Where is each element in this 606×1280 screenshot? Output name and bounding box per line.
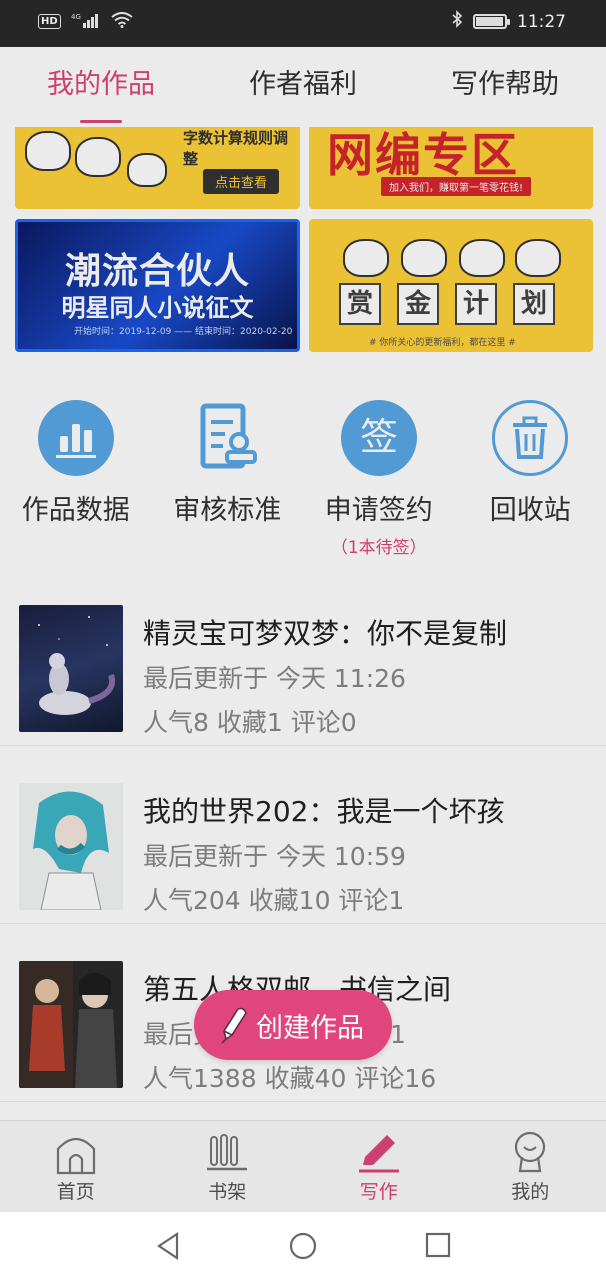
nav-home[interactable]: 首页	[0, 1121, 152, 1212]
apply-contract-button[interactable]: 签 申请签约 （1本待签）	[303, 382, 455, 558]
banner-title: 潮流合伙人	[64, 251, 250, 292]
trash-icon	[492, 400, 569, 476]
create-work-label: 创建作品	[256, 1012, 364, 1044]
nav-profile-label: 我的	[511, 1181, 550, 1203]
banner-grid: 字数计算规则调整 点击查看 网编专区 加入我们，赚取第一笔零花钱! 潮流合伙人 …	[0, 127, 606, 372]
banner-word-count-rules[interactable]: 字数计算规则调整 点击查看	[15, 127, 300, 209]
sign-icon: 签	[340, 400, 417, 476]
nav-bookshelf[interactable]: 书架	[152, 1121, 304, 1212]
cat-illustration	[127, 153, 167, 187]
nav-home-label: 首页	[56, 1181, 95, 1203]
tab-my-works[interactable]: 我的作品	[0, 47, 202, 127]
work-title: 精灵宝可梦双梦：你不是复制	[143, 617, 508, 650]
cat-illustration	[343, 239, 389, 277]
quick-actions: 作品数据 审核标准 签 申请签约 （1本待签） 回收站	[0, 382, 606, 558]
bar-chart-icon	[37, 400, 114, 476]
bottom-nav: 首页 书架 写作 我的	[0, 1120, 606, 1212]
status-bar: HD 4G 11:27	[0, 0, 606, 47]
bounty-char: 赏	[339, 283, 381, 325]
recycle-bin-label: 回收站	[489, 495, 571, 526]
banner-subtitle: 明星同人小说征文	[61, 294, 254, 322]
work-cover	[19, 783, 123, 910]
cat-illustration	[515, 239, 561, 277]
home-icon	[56, 1137, 95, 1175]
signal-label: 4G	[71, 13, 81, 21]
nav-write-label: 写作	[359, 1181, 398, 1203]
hd-badge: HD	[38, 14, 61, 29]
recent-apps-icon[interactable]	[425, 1232, 453, 1260]
bookshelf-icon	[207, 1134, 248, 1171]
back-icon[interactable]	[155, 1232, 183, 1260]
top-tabs: 我的作品 作者福利 写作帮助	[0, 47, 606, 127]
home-button-icon[interactable]	[289, 1232, 317, 1260]
banner-bounty-plan[interactable]: 赏 金 计 划 # 你所关心的更新福利，都在这里 #	[309, 219, 593, 352]
document-review-icon	[189, 400, 265, 476]
signal-icon: 4G	[71, 12, 101, 31]
work-updated: 最后更新于 今天 11:26	[143, 664, 406, 693]
work-cover	[19, 605, 123, 732]
cat-illustration	[459, 239, 505, 277]
pencil-icon	[221, 1007, 247, 1044]
review-standards-label: 审核标准	[173, 495, 282, 526]
profile-icon	[515, 1131, 546, 1173]
system-nav-bar	[0, 1212, 606, 1280]
pending-contract-count: （1本待签）	[330, 538, 427, 558]
view-details-button[interactable]: 点击查看	[203, 169, 280, 194]
banner-dates: 开始时间：2019-12-09 —— 结束时间：2020-02-20	[74, 327, 293, 337]
status-time: 11:27	[517, 11, 566, 32]
bounty-char: 计	[455, 283, 497, 325]
sign-glyph: 签	[360, 415, 398, 459]
banner-editor-zone[interactable]: 网编专区 加入我们，赚取第一笔零花钱!	[309, 127, 593, 209]
work-item[interactable]: 我的世界202：我是一个坏孩 最后更新于 今天 10:59 人气204 收藏10…	[0, 746, 606, 924]
cat-illustration	[401, 239, 447, 277]
bounty-char: 划	[513, 283, 555, 325]
bluetooth-icon	[451, 10, 463, 33]
write-icon	[358, 1135, 399, 1173]
tab-author-benefits[interactable]: 作者福利	[202, 47, 404, 127]
work-stats: 人气1388 收藏40 评论16	[143, 1064, 437, 1093]
apply-contract-label: 申请签约	[324, 495, 433, 526]
banner-note: # 你所关心的更新福利，都在这里 #	[369, 338, 516, 348]
work-item[interactable]: 精灵宝可梦双梦：你不是复制 最后更新于 今天 11:26 人气8 收藏1 评论0	[0, 568, 606, 746]
battery-icon	[473, 14, 510, 29]
bounty-char: 金	[397, 283, 439, 325]
work-stats: 人气8 收藏1 评论0	[143, 708, 357, 737]
work-stats: 人气204 收藏10 评论1	[143, 886, 405, 915]
create-work-button[interactable]: 创建作品	[194, 990, 392, 1060]
work-updated: 最后更新于 今天 10:59	[143, 842, 406, 871]
review-standards-button[interactable]: 审核标准	[152, 382, 304, 558]
nav-profile[interactable]: 我的	[455, 1121, 606, 1212]
work-title: 我的世界202：我是一个坏孩	[143, 795, 505, 828]
cat-illustration	[75, 137, 121, 177]
banner-text: 字数计算规则调整	[183, 129, 289, 168]
nav-write[interactable]: 写作	[303, 1121, 455, 1212]
tab-writing-help[interactable]: 写作帮助	[404, 47, 606, 127]
works-data-label: 作品数据	[21, 495, 130, 526]
banner-trend-partner[interactable]: 潮流合伙人 明星同人小说征文 开始时间：2019-12-09 —— 结束时间：2…	[15, 219, 300, 352]
banner-subtext: 加入我们，赚取第一笔零花钱!	[381, 177, 532, 196]
work-cover	[19, 961, 123, 1088]
nav-bookshelf-label: 书架	[208, 1181, 247, 1203]
works-data-button[interactable]: 作品数据	[0, 382, 152, 558]
cat-illustration	[25, 131, 71, 171]
wifi-icon	[111, 12, 133, 31]
recycle-bin-button[interactable]: 回收站	[455, 382, 606, 558]
